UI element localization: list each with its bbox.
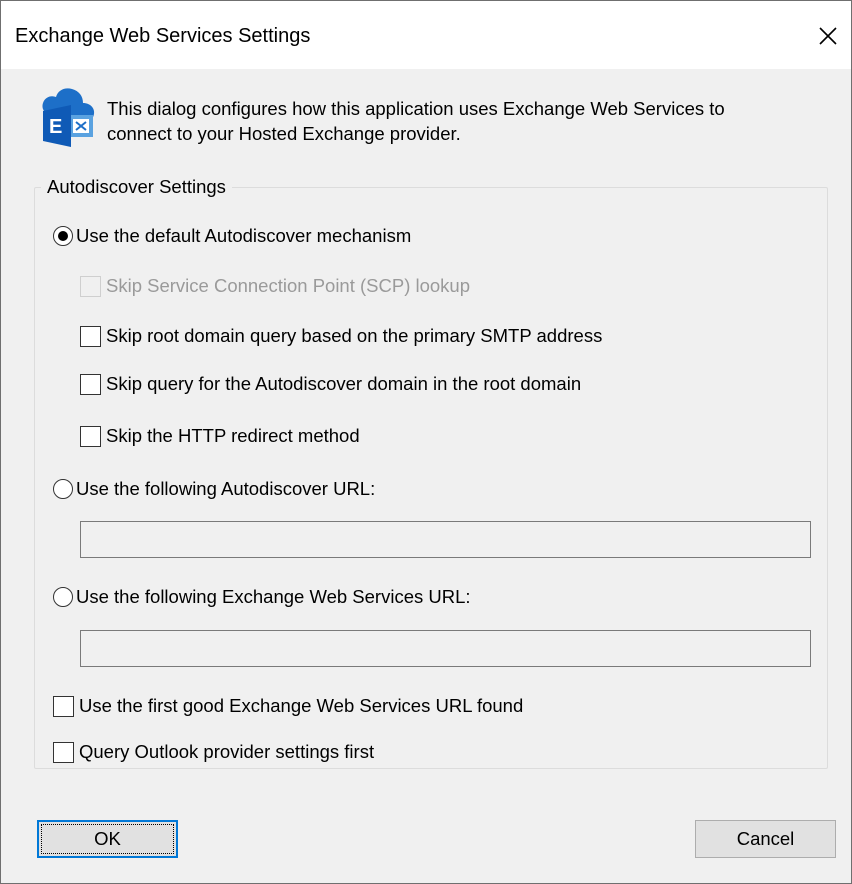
checkbox-skip-autodiscover-domain-box[interactable]: [80, 373, 101, 395]
dialog-title: Exchange Web Services Settings: [15, 25, 311, 47]
radio-ews-url[interactable]: Use the following Exchange Web Services …: [53, 586, 471, 608]
dialog-window: Exchange Web Services Settings E This di…: [0, 0, 852, 884]
cancel-button[interactable]: Cancel: [695, 820, 836, 858]
checkbox-first-good-url-label: Use the first good Exchange Web Services…: [79, 695, 524, 716]
radio-autodiscover-url[interactable]: Use the following Autodiscover URL:: [53, 478, 375, 500]
checkbox-skip-scp-box: [80, 275, 101, 297]
radio-default-label: Use the default Autodiscover mechanism: [76, 225, 412, 246]
checkbox-first-good-url-box[interactable]: [53, 695, 74, 717]
info-line-2: connect to your Hosted Exchange provider…: [107, 123, 461, 144]
radio-autodiscover-url-label: Use the following Autodiscover URL:: [76, 478, 376, 499]
close-button[interactable]: [805, 13, 851, 59]
radio-default-indicator[interactable]: [53, 226, 73, 246]
radio-ews-url-label: Use the following Exchange Web Services …: [76, 586, 471, 607]
checkbox-skip-scp: Skip Service Connection Point (SCP) look…: [80, 275, 470, 297]
checkbox-skip-root-domain-box[interactable]: [80, 325, 101, 347]
title-bar[interactable]: Exchange Web Services Settings: [1, 1, 851, 69]
checkbox-skip-root-domain-label: Skip root domain query based on the prim…: [106, 325, 603, 346]
exchange-icon: E: [42, 88, 95, 147]
radio-ews-url-indicator[interactable]: [53, 587, 73, 607]
info-text: This dialog configures how this applicat…: [107, 96, 827, 146]
checkbox-skip-autodiscover-domain-label: Skip query for the Autodiscover domain i…: [106, 373, 582, 394]
checkbox-skip-http-redirect-label: Skip the HTTP redirect method: [106, 425, 360, 446]
radio-autodiscover-url-indicator[interactable]: [53, 479, 73, 499]
checkbox-first-good-url[interactable]: Use the first good Exchange Web Services…: [53, 695, 523, 717]
close-icon: [819, 27, 837, 45]
checkbox-skip-scp-label: Skip Service Connection Point (SCP) look…: [106, 275, 471, 296]
checkbox-outlook-provider-first-box[interactable]: [53, 741, 74, 763]
ok-button[interactable]: OK: [37, 820, 178, 858]
checkbox-outlook-provider-first-label: Query Outlook provider settings first: [79, 741, 375, 762]
group-legend: Autodiscover Settings: [41, 176, 232, 198]
radio-default-autodiscover[interactable]: Use the default Autodiscover mechanism: [53, 225, 411, 247]
info-line-1: This dialog configures how this applicat…: [107, 98, 725, 119]
ews-url-input[interactable]: [80, 630, 811, 667]
autodiscover-url-input[interactable]: [80, 521, 811, 558]
checkbox-skip-http-redirect[interactable]: Skip the HTTP redirect method: [80, 425, 360, 447]
checkbox-skip-root-domain[interactable]: Skip root domain query based on the prim…: [80, 325, 602, 347]
svg-text:E: E: [49, 116, 62, 138]
checkbox-outlook-provider-first[interactable]: Query Outlook provider settings first: [53, 741, 374, 763]
checkbox-skip-http-redirect-box[interactable]: [80, 425, 101, 447]
checkbox-skip-autodiscover-domain[interactable]: Skip query for the Autodiscover domain i…: [80, 373, 581, 395]
